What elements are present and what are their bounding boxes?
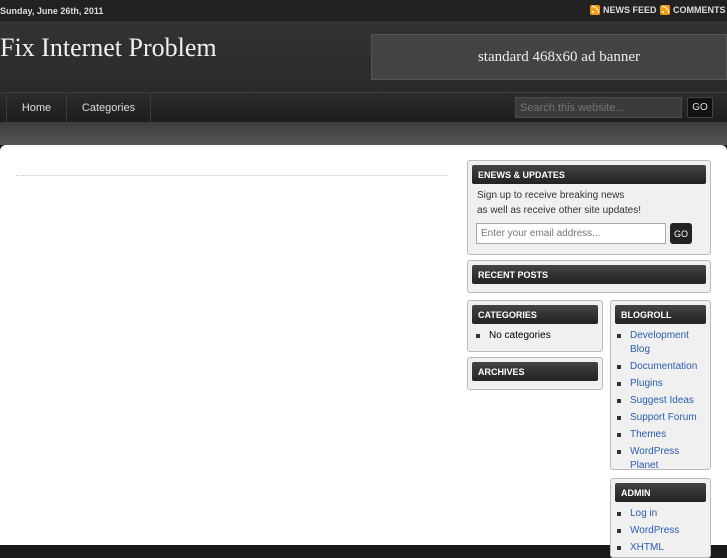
archives-widget: ARCHIVES	[467, 357, 603, 390]
widget-title: CATEGORIES	[472, 305, 598, 324]
blogroll-link[interactable]: Themes	[616, 428, 710, 442]
news-feed-label: NEWS FEED	[603, 5, 657, 15]
site-title[interactable]: Fix Internet Problem	[0, 33, 217, 63]
admin-list: Log in WordPress XHTML	[616, 507, 710, 558]
blogroll-link[interactable]: WordPress Planet	[616, 445, 710, 473]
rss-icon	[660, 5, 670, 15]
admin-link[interactable]: XHTML	[616, 541, 710, 555]
content-divider	[16, 175, 448, 176]
admin-link[interactable]: Log in	[616, 507, 710, 521]
content-area: ENEWS & UPDATES Sign up to receive break…	[0, 145, 727, 558]
site-header: Fix Internet Problem standard 468x60 ad …	[0, 22, 727, 92]
rss-icon	[590, 5, 600, 15]
widget-title: BLOGROLL	[615, 305, 706, 324]
comments-feed-link[interactable]: COMMENTS	[660, 5, 726, 15]
categories-list: No categories	[475, 329, 551, 346]
blogroll-link[interactable]: Plugins	[616, 377, 710, 391]
enews-text-line1: Sign up to receive breaking news	[477, 190, 625, 201]
list-item: No categories	[475, 329, 551, 343]
blogroll-link[interactable]: Suggest Ideas	[616, 394, 710, 408]
admin-link[interactable]: WordPress	[616, 524, 710, 538]
blogroll-link[interactable]: Support Forum	[616, 411, 710, 425]
main-navigation: Home Categories GO	[0, 92, 727, 122]
email-field[interactable]	[476, 223, 666, 244]
top-bar: Sunday, June 26th, 2011 NEWS FEED COMMEN…	[0, 0, 727, 22]
search-go-button[interactable]: GO	[687, 97, 713, 118]
news-feed-link[interactable]: NEWS FEED	[590, 5, 657, 15]
header-band	[0, 122, 727, 145]
blogroll-list: Development Blog Documentation Plugins S…	[616, 329, 710, 476]
widget-title: ENEWS & UPDATES	[472, 165, 706, 184]
search-input[interactable]	[515, 97, 682, 118]
blogroll-widget: BLOGROLL Development Blog Documentation …	[610, 300, 711, 471]
ad-banner[interactable]: standard 468x60 ad banner	[371, 34, 727, 80]
subscribe-go-button[interactable]: GO	[670, 223, 692, 244]
nav-item-categories[interactable]: Categories	[67, 93, 151, 122]
enews-widget: ENEWS & UPDATES Sign up to receive break…	[467, 160, 711, 255]
widget-title: ARCHIVES	[472, 362, 598, 381]
widget-title: RECENT POSTS	[472, 265, 706, 284]
enews-text-line2: as well as receive other site updates!	[477, 205, 641, 216]
current-date: Sunday, June 26th, 2011	[0, 6, 104, 16]
admin-widget: ADMIN Log in WordPress XHTML	[610, 478, 711, 558]
blogroll-link[interactable]: Development Blog	[616, 329, 710, 357]
recent-posts-widget: RECENT POSTS	[467, 260, 711, 293]
blogroll-link[interactable]: Documentation	[616, 360, 710, 374]
nav-item-home[interactable]: Home	[6, 93, 67, 122]
categories-widget: CATEGORIES No categories	[467, 300, 603, 352]
widget-title: ADMIN	[615, 483, 706, 502]
comments-feed-label: COMMENTS	[673, 5, 726, 15]
